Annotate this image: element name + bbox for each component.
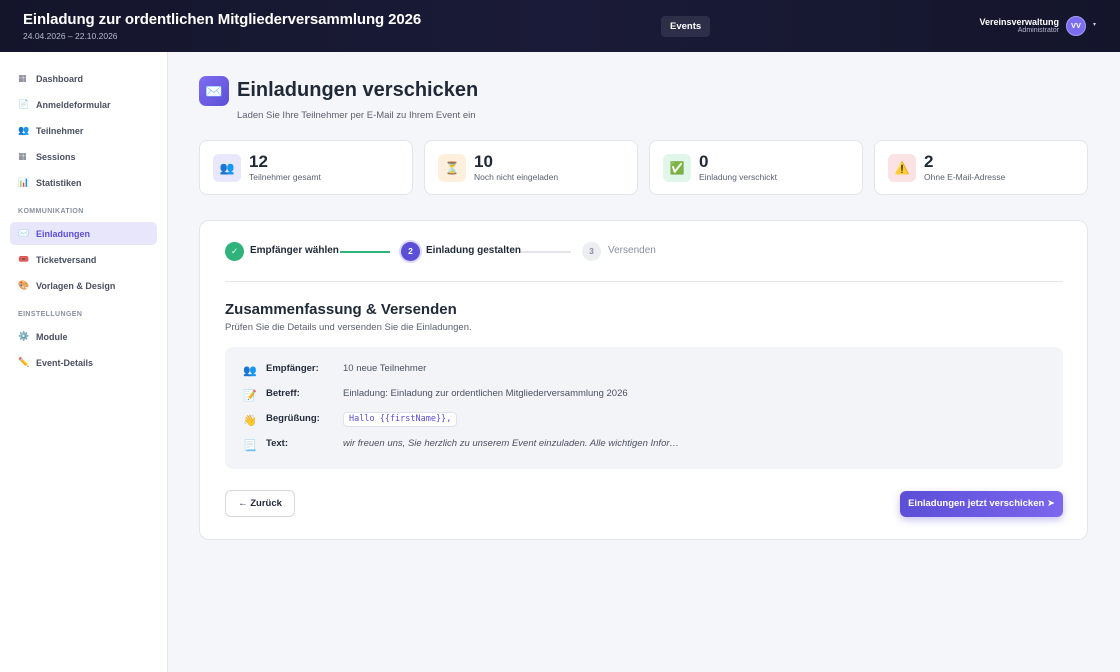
section-subtitle: Prüfen Sie die Details und versenden Sie… bbox=[225, 322, 472, 333]
stat-label: Noch nicht eingeladen bbox=[474, 172, 559, 182]
event-dates: 24.04.2026 – 22.10.2026 bbox=[23, 31, 118, 41]
back-button[interactable]: ← Zurück bbox=[225, 490, 295, 517]
stat-label: Teilnehmer gesamt bbox=[249, 172, 321, 182]
sidebar-item-label: Einladungen bbox=[36, 228, 90, 239]
stat-value: 0 bbox=[699, 152, 709, 171]
section-label-einstellungen: EINSTELLUNGEN bbox=[18, 311, 83, 318]
summary-key-recipients: Empfänger: bbox=[266, 363, 319, 374]
gear-icon: ⚙️ bbox=[18, 331, 30, 341]
warning-icon: ⚠️ bbox=[888, 154, 916, 182]
summary-value-text: wir freuen uns, Sie herzlich zu unserem … bbox=[343, 438, 680, 449]
memo-icon: 📝 bbox=[243, 390, 257, 402]
ticket-icon: 🎟️ bbox=[18, 254, 30, 264]
sidebar-item-label: Event-Details bbox=[36, 357, 94, 368]
sidebar-item-label: Statistiken bbox=[36, 177, 82, 188]
send-invitations-button[interactable]: Einladungen jetzt verschicken ➤ bbox=[900, 491, 1063, 517]
stat-label: Einladung verschickt bbox=[699, 172, 777, 182]
document-icon: 📄 bbox=[18, 99, 30, 109]
grid-icon: ▦ bbox=[18, 151, 27, 161]
stat-card-not-invited: ⏳ 10 Noch nicht eingeladen bbox=[424, 140, 638, 195]
stat-value: 12 bbox=[249, 152, 268, 171]
sidebar-item-label: Vorlagen & Design bbox=[36, 280, 116, 291]
event-title: Einladung zur ordentlichen Mitgliederver… bbox=[23, 11, 422, 28]
step-1-check-icon[interactable]: ✓ bbox=[225, 242, 244, 261]
users-icon: 👥 bbox=[18, 125, 30, 135]
events-button[interactable]: Events bbox=[661, 16, 711, 37]
summary-value-greeting: Hallo {{firstName}}, bbox=[343, 412, 458, 427]
waving-hand-icon: 👋 bbox=[243, 415, 257, 427]
step-connector bbox=[340, 251, 390, 253]
user-name[interactable]: Vereinsverwaltung bbox=[979, 17, 1059, 27]
step-3-label[interactable]: Versenden bbox=[608, 245, 656, 256]
user-role: Administrator bbox=[1017, 27, 1059, 34]
sidebar-item-einladungen[interactable]: ✉️ Einladungen bbox=[10, 222, 157, 245]
step-2-number[interactable]: 2 bbox=[401, 242, 420, 261]
sidebar-item-ticketversand[interactable]: 🎟️ Ticketversand bbox=[10, 248, 157, 271]
section-title: Zusammenfassung & Versenden bbox=[225, 301, 457, 318]
summary-key-text: Text: bbox=[266, 438, 288, 449]
sidebar-item-label: Sessions bbox=[36, 151, 76, 162]
step-connector bbox=[521, 251, 571, 253]
sidebar-item-label: Teilnehmer bbox=[36, 125, 84, 136]
divider bbox=[225, 281, 1063, 282]
check-icon: ✅ bbox=[663, 154, 691, 182]
sidebar-item-statistiken[interactable]: 📊 Statistiken bbox=[10, 171, 157, 194]
hourglass-icon: ⏳ bbox=[438, 154, 466, 182]
sidebar-item-label: Module bbox=[36, 331, 68, 342]
sidebar-item-vorlagen-design[interactable]: 🎨 Vorlagen & Design bbox=[10, 274, 157, 297]
page-icon: 📃 bbox=[243, 440, 257, 452]
step-2-label[interactable]: Einladung gestalten bbox=[426, 245, 521, 256]
stat-card-no-email: ⚠️ 2 Ohne E-Mail-Adresse bbox=[874, 140, 1088, 195]
chevron-down-icon[interactable]: ▾ bbox=[1093, 21, 1096, 28]
grid-icon: ▦ bbox=[18, 73, 27, 83]
summary-key-greeting: Begrüßung: bbox=[266, 413, 320, 424]
stat-value: 2 bbox=[924, 152, 934, 171]
sidebar-item-dashboard[interactable]: ▦ Dashboard bbox=[10, 67, 157, 90]
stat-value: 10 bbox=[474, 152, 493, 171]
sidebar-item-event-details[interactable]: ✏️ Event-Details bbox=[10, 351, 157, 374]
sidebar-item-sessions[interactable]: ▦ Sessions bbox=[10, 145, 157, 168]
step-3-number[interactable]: 3 bbox=[582, 242, 601, 261]
summary-value-recipients: 10 neue Teilnehmer bbox=[343, 363, 427, 374]
users-icon: 👥 bbox=[213, 154, 241, 182]
sidebar-item-label: Anmeldeformular bbox=[36, 99, 111, 110]
sidebar-item-label: Ticketversand bbox=[36, 254, 97, 265]
summary-key-subject: Betreff: bbox=[266, 388, 300, 399]
top-header: Einladung zur ordentlichen Mitgliederver… bbox=[0, 0, 1120, 52]
users-icon: 👥 bbox=[243, 365, 257, 377]
summary-value-subject: Einladung: Einladung zur ordentlichen Mi… bbox=[343, 388, 628, 399]
sidebar-item-anmeldeformular[interactable]: 📄 Anmeldeformular bbox=[10, 93, 157, 116]
page-subtitle: Laden Sie Ihre Teilnehmer per E-Mail zu … bbox=[237, 110, 476, 121]
bar-chart-icon: 📊 bbox=[18, 177, 30, 187]
stat-label: Ohne E-Mail-Adresse bbox=[924, 172, 1006, 182]
pencil-icon: ✏️ bbox=[18, 357, 30, 367]
sidebar-item-module[interactable]: ⚙️ Module bbox=[10, 325, 157, 348]
avatar[interactable]: VV bbox=[1066, 16, 1086, 36]
stat-card-total: 👥 12 Teilnehmer gesamt bbox=[199, 140, 413, 195]
stat-card-sent: ✅ 0 Einladung verschickt bbox=[649, 140, 863, 195]
sidebar-item-label: Dashboard bbox=[36, 73, 84, 84]
page-title: Einladungen verschicken bbox=[237, 79, 479, 101]
envelope-icon: ✉️ bbox=[18, 228, 30, 238]
palette-icon: 🎨 bbox=[18, 280, 30, 290]
sidebar-item-teilnehmer[interactable]: 👥 Teilnehmer bbox=[10, 119, 157, 142]
envelope-icon: ✉️ bbox=[199, 76, 229, 106]
step-1-label[interactable]: Empfänger wählen bbox=[250, 245, 339, 256]
section-label-kommunikation: KOMMUNIKATION bbox=[18, 208, 84, 215]
